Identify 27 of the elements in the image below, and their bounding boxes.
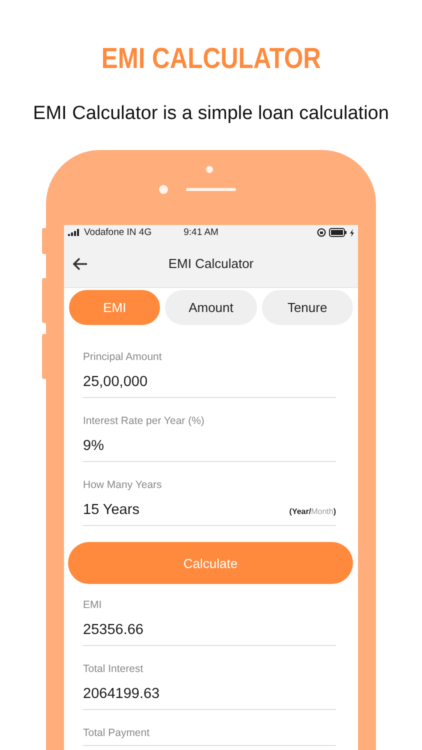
field-label: EMI <box>83 598 102 612</box>
status-time: 9:41 AM <box>184 227 218 238</box>
signal-icon <box>68 229 80 236</box>
input-field[interactable]: 15 Years <box>83 500 140 520</box>
carrier-name: Vodafone IN 4G <box>84 227 152 238</box>
charging-icon <box>350 228 354 236</box>
headline: EMI CALCULATOR <box>101 42 321 76</box>
battery-icon <box>329 228 347 237</box>
screen-title: EMI Calculator <box>168 256 254 271</box>
result-value: 25356.66 <box>83 621 144 640</box>
back-arrow-icon[interactable] <box>72 256 88 270</box>
field-label: Principal Amount <box>83 350 162 364</box>
input-field[interactable]: 25,00,000 <box>83 372 148 392</box>
input-field[interactable]: 9% <box>83 436 104 456</box>
subtitle: EMI Calculator is a simple loan calculation <box>32 102 390 126</box>
result-value: 2064199.63 <box>83 685 160 704</box>
field-label: Total Payment <box>83 726 150 740</box>
field-label: How Many Years <box>83 478 162 492</box>
sensor-icon <box>159 185 168 194</box>
rotation-lock-icon <box>317 228 326 237</box>
field-label: Interest Rate per Year (%) <box>83 414 204 428</box>
speaker-icon <box>186 188 236 191</box>
mode-tab[interactable]: Amount <box>165 290 257 325</box>
camera-icon <box>206 166 213 173</box>
field-label: Total Interest <box>83 662 144 676</box>
unit-toggle[interactable]: (Year/Month) <box>289 507 336 516</box>
mode-tab[interactable]: Tenure <box>262 290 353 325</box>
